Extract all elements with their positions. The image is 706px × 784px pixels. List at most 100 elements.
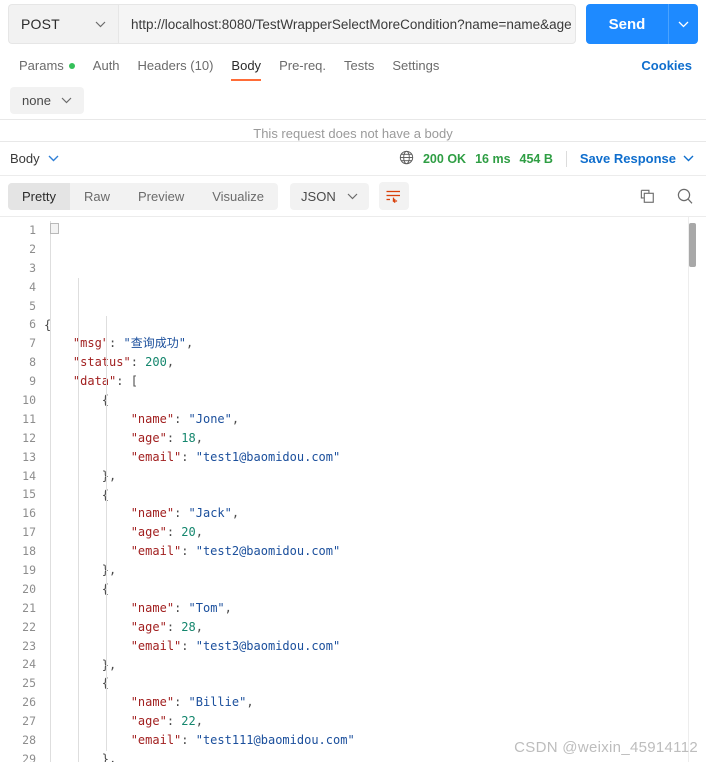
response-body-viewer[interactable]: 1234567891011121314151617181920212223242…: [0, 217, 706, 762]
send-options-button[interactable]: [668, 4, 698, 44]
code-line: "age": 20,: [44, 523, 706, 542]
http-method-select[interactable]: POST: [8, 4, 118, 44]
code-line: },: [44, 561, 706, 580]
word-wrap-icon: [385, 189, 402, 203]
chevron-down-icon: [48, 155, 59, 162]
request-tabs: Params Auth Headers (10) Body Pre-req. T…: [0, 48, 706, 81]
save-response-label: Save Response: [580, 151, 676, 166]
line-number: 16: [0, 504, 36, 523]
response-body-select[interactable]: Body: [10, 151, 59, 166]
cookies-link[interactable]: Cookies: [641, 58, 692, 81]
view-mode-preview[interactable]: Preview: [124, 183, 198, 210]
line-number: 20: [0, 580, 36, 599]
response-stats: 200 OK 16 ms 454 B Save Response: [399, 150, 694, 168]
line-number: 14: [0, 467, 36, 486]
view-mode-raw[interactable]: Raw: [70, 183, 124, 210]
line-number: 7: [0, 334, 36, 353]
response-view-modes: Pretty Raw Preview Visualize: [8, 183, 278, 210]
code-line: {: [44, 486, 706, 505]
tab-body-label: Body: [231, 58, 261, 73]
tab-prerequest[interactable]: Pre-req.: [270, 58, 335, 81]
line-number: 9: [0, 372, 36, 391]
line-number: 24: [0, 655, 36, 674]
fold-marker-start[interactable]: [50, 223, 59, 234]
line-number: 1: [0, 221, 36, 240]
code-line: "age": 18,: [44, 429, 706, 448]
code-line: "name": "Billie",: [44, 693, 706, 712]
code-line: "email": "test1@baomidou.com": [44, 448, 706, 467]
send-button-group: Send: [586, 4, 698, 44]
line-number: 8: [0, 353, 36, 372]
code-line: {: [44, 316, 706, 335]
code-line: "age": 22,: [44, 712, 706, 731]
copy-button[interactable]: [639, 188, 656, 205]
code-line: "email": "test3@baomidou.com": [44, 637, 706, 656]
body-type-select[interactable]: none: [10, 87, 84, 114]
code-line: "msg": "查询成功",: [44, 334, 706, 353]
line-number: 26: [0, 693, 36, 712]
code-line: "name": "Jack",: [44, 504, 706, 523]
response-body-label: Body: [10, 151, 40, 166]
tab-prerequest-label: Pre-req.: [279, 58, 326, 73]
send-button[interactable]: Send: [586, 4, 668, 44]
line-number: 22: [0, 618, 36, 637]
scrollbar-thumb[interactable]: [689, 223, 696, 267]
word-wrap-toggle[interactable]: [379, 182, 409, 210]
indent-guide: [50, 221, 51, 762]
chevron-down-icon: [61, 97, 72, 104]
code-line: {: [44, 391, 706, 410]
code-line: },: [44, 656, 706, 675]
response-format-select[interactable]: JSON: [290, 183, 369, 210]
empty-body-placeholder: This request does not have a body: [0, 119, 706, 141]
code-line: "name": "Tom",: [44, 599, 706, 618]
code-line: "email": "test2@baomidou.com": [44, 542, 706, 561]
http-method-label: POST: [21, 16, 60, 32]
tab-params[interactable]: Params: [10, 58, 84, 81]
body-type-row: none: [0, 81, 706, 119]
code-line: "data": [: [44, 372, 706, 391]
chevron-down-icon: [683, 155, 694, 162]
tab-headers-label: Headers (10): [138, 58, 214, 73]
tab-auth[interactable]: Auth: [84, 58, 129, 81]
line-number: 18: [0, 542, 36, 561]
search-icon: [676, 187, 694, 205]
view-mode-pretty[interactable]: Pretty: [8, 183, 70, 210]
divider: [566, 151, 567, 167]
line-number: 4: [0, 278, 36, 297]
request-url-bar: POST http://localhost:8080/TestWrapperSe…: [0, 0, 706, 48]
line-number: 2: [0, 240, 36, 259]
vertical-scrollbar[interactable]: [688, 217, 696, 762]
line-number-gutter: 1234567891011121314151617181920212223242…: [0, 221, 44, 762]
code-line: "name": "Jone",: [44, 410, 706, 429]
tab-params-label: Params: [19, 58, 64, 73]
line-number: 23: [0, 637, 36, 656]
chevron-down-icon: [347, 193, 358, 200]
search-button[interactable]: [676, 187, 694, 205]
code-line: "age": 28,: [44, 618, 706, 637]
tab-tests[interactable]: Tests: [335, 58, 383, 81]
tab-headers[interactable]: Headers (10): [129, 58, 223, 81]
view-mode-visualize[interactable]: Visualize: [198, 183, 278, 210]
line-number: 6: [0, 315, 36, 334]
line-number: 25: [0, 674, 36, 693]
line-number: 12: [0, 429, 36, 448]
tab-settings-label: Settings: [392, 58, 439, 73]
line-number: 15: [0, 485, 36, 504]
line-number: 11: [0, 410, 36, 429]
tab-body[interactable]: Body: [222, 58, 270, 81]
save-response-button[interactable]: Save Response: [580, 151, 694, 166]
code-line: {: [44, 580, 706, 599]
line-number: 21: [0, 599, 36, 618]
line-number: 17: [0, 523, 36, 542]
json-code-content: { "msg": "查询成功", "status": 200, "data": …: [44, 221, 706, 762]
chevron-down-icon: [678, 21, 689, 28]
chevron-down-icon: [95, 21, 106, 28]
line-number: 27: [0, 712, 36, 731]
indent-guide: [78, 278, 79, 762]
tab-settings[interactable]: Settings: [383, 58, 448, 81]
url-input[interactable]: http://localhost:8080/TestWrapperSelectM…: [118, 4, 576, 44]
status-code: 200 OK: [423, 152, 466, 166]
line-number: 3: [0, 259, 36, 278]
response-format-label: JSON: [301, 189, 336, 204]
params-modified-dot: [69, 63, 75, 69]
